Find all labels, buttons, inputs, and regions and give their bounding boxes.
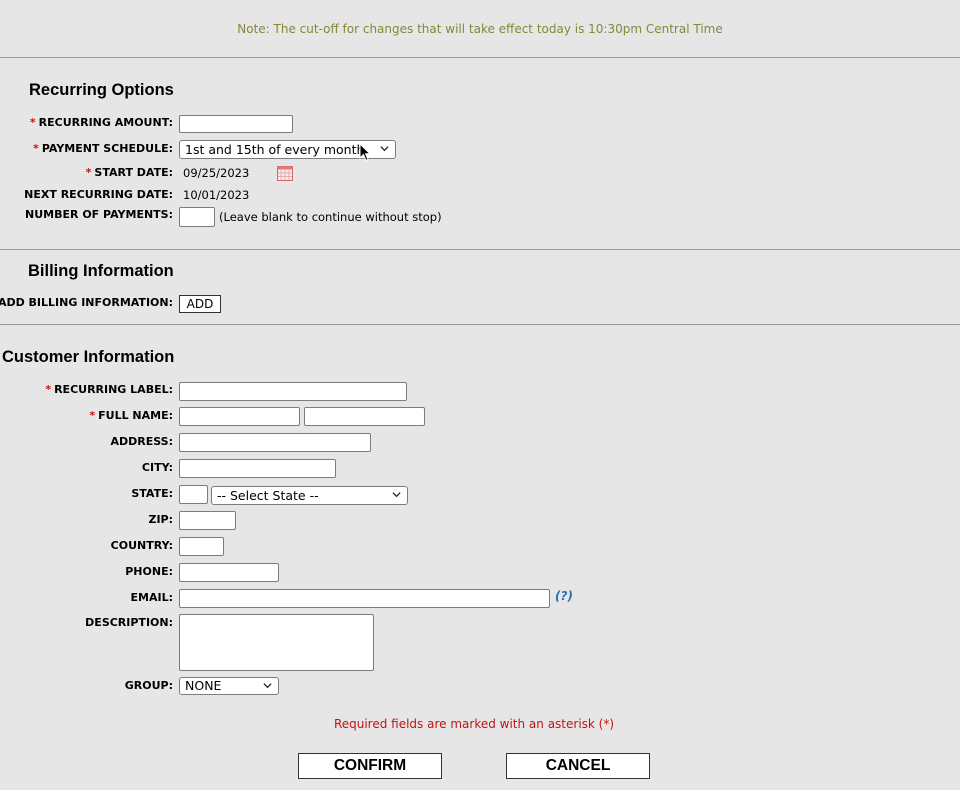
add-billing-button[interactable]: ADD [179,295,221,313]
chevron-down-icon [263,683,272,689]
required-fields-note: Required fields are marked with an aster… [333,717,615,731]
address-label: ADDRESS: [110,435,173,448]
number-of-payments-label: NUMBER OF PAYMENTS: [25,208,173,221]
calendar-icon[interactable] [277,165,293,181]
recurring-label-input[interactable] [179,382,407,401]
start-date-label: * START DATE: [85,166,173,179]
last-name-input[interactable] [304,407,425,426]
address-input[interactable] [179,433,371,452]
number-of-payments-hint: (Leave blank to continue without stop) [219,210,442,224]
number-of-payments-input[interactable] [179,207,215,227]
payment-schedule-value: 1st and 15th of every month [185,142,365,157]
phone-label: PHONE: [125,565,173,578]
required-marker: * [89,409,96,422]
description-label: DESCRIPTION: [85,616,173,629]
zip-label: ZIP: [148,513,173,526]
city-label: CITY: [141,461,173,474]
group-select-value: NONE [185,678,222,693]
payment-schedule-label: * PAYMENT SCHEDULE: [33,142,173,155]
country-label: COUNTRY: [110,539,173,552]
next-recurring-date-label: NEXT RECURRING DATE: [24,188,173,201]
divider [0,324,960,325]
mouse-cursor-icon [359,143,371,162]
state-select-value: -- Select State -- [217,488,319,503]
chevron-down-icon [380,146,389,152]
group-select[interactable]: NONE [179,677,279,695]
customer-information-title: Customer Information [2,348,175,366]
country-input[interactable] [179,537,224,556]
required-marker: * [33,142,39,155]
next-recurring-date-value: 10/01/2023 [183,188,250,202]
first-name-input[interactable] [179,407,300,426]
state-label: STATE: [131,487,173,500]
billing-information-title: Billing Information [28,262,174,280]
required-marker: * [29,116,36,129]
city-input[interactable] [179,459,336,478]
state-code-input[interactable] [179,485,208,504]
description-textarea[interactable] [179,614,374,671]
divider [0,249,960,250]
recurring-amount-label: * RECURRING AMOUNT: [29,116,173,129]
group-label: GROUP: [124,679,173,692]
email-label: EMAIL: [130,591,173,604]
email-help-link[interactable]: (?) [555,589,573,603]
add-billing-information-label: ADD BILLING INFORMATION: [0,296,173,309]
phone-input[interactable] [179,563,279,582]
recurring-options-title: Recurring Options [29,81,174,99]
recurring-label-label: * RECURRING LABEL: [45,383,173,396]
cancel-button[interactable]: CANCEL [506,753,650,779]
state-select[interactable]: -- Select State -- [211,486,408,505]
cutoff-note: Note: The cut-off for changes that will … [237,22,723,36]
zip-input[interactable] [179,511,236,530]
recurring-amount-input[interactable] [179,115,293,133]
full-name-label: * FULL NAME: [89,409,173,422]
start-date-value: 09/25/2023 [183,166,250,180]
divider [0,57,960,58]
confirm-button[interactable]: CONFIRM [298,753,442,779]
email-input[interactable] [179,589,550,608]
required-marker: * [45,383,52,396]
required-marker: * [85,166,92,179]
chevron-down-icon [392,492,401,498]
